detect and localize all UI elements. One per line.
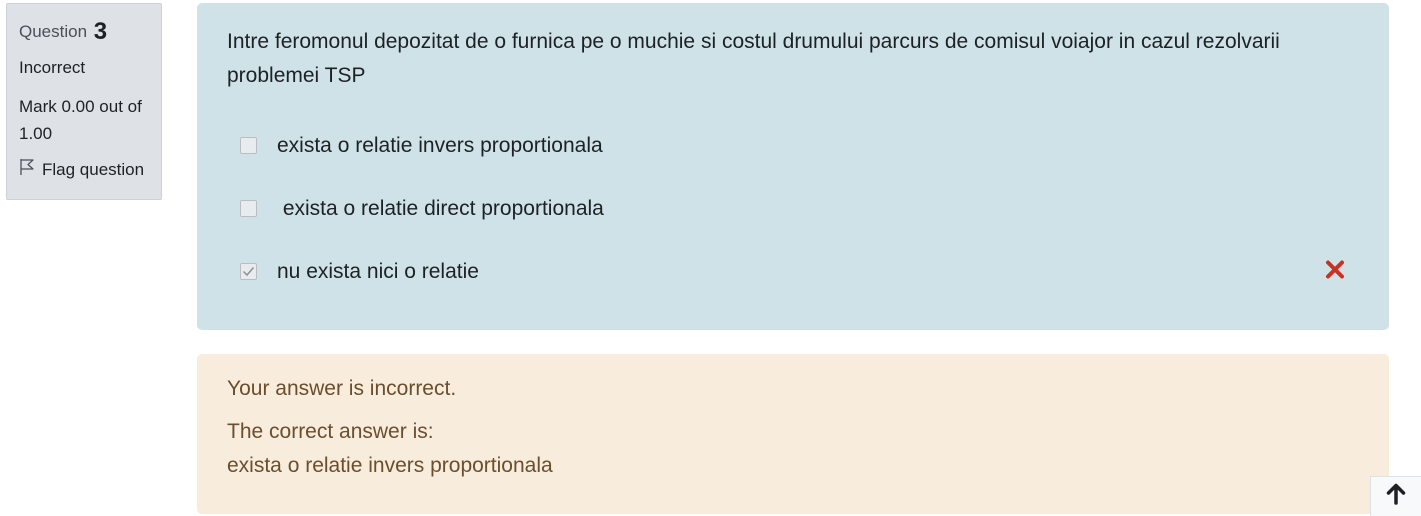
question-state: Incorrect	[19, 58, 86, 77]
answer-option[interactable]: exista o relatie invers proportionala	[227, 114, 1359, 177]
question-label: Question	[19, 22, 88, 41]
answer-option[interactable]: nu exista nici o relatie	[227, 240, 1359, 303]
quiz-review-page: Question 3 Incorrect Mark 0.00 out of 1.…	[0, 0, 1421, 516]
answer-checkbox[interactable]	[240, 200, 257, 217]
checkmark-icon	[242, 267, 255, 277]
arrow-up-icon	[1386, 483, 1406, 510]
general-feedback: Your answer is incorrect.	[227, 377, 457, 400]
flag-question-label: Flag question	[42, 160, 145, 179]
right-answer: The correct answer is: exista o relatie …	[227, 415, 1359, 483]
answer-checkbox[interactable]	[240, 137, 257, 154]
answer-checkbox-checked[interactable]	[240, 263, 257, 280]
question-info-panel: Question 3 Incorrect Mark 0.00 out of 1.…	[6, 3, 162, 200]
answer-options: exista o relatie invers proportionala ex…	[227, 114, 1359, 303]
flag-icon	[19, 158, 42, 182]
answer-option[interactable]: exista o relatie direct proportionala	[227, 177, 1359, 240]
cross-icon	[1325, 259, 1345, 284]
right-answer-intro: The correct answer is:	[227, 420, 434, 443]
question-number-value: 3	[93, 18, 108, 45]
question-text: Intre feromonul depozitat de o furnica p…	[227, 30, 1280, 87]
question-formulation: Intre feromonul depozitat de o furnica p…	[197, 3, 1389, 330]
answer-option-label: exista o relatie direct proportionala	[277, 196, 604, 220]
right-answer-text: exista o relatie invers proportionala	[227, 454, 553, 477]
question-number: Question 3	[19, 16, 149, 48]
answer-option-label: nu exista nici o relatie	[277, 259, 479, 283]
question-outcome-feedback: Your answer is incorrect. The correct an…	[197, 354, 1389, 514]
answer-option-label: exista o relatie invers proportionala	[277, 133, 603, 157]
question-grade: Mark 0.00 out of 1.00	[19, 97, 142, 143]
flag-question-button[interactable]: Flag question	[19, 158, 149, 182]
back-to-top-button[interactable]	[1370, 476, 1421, 516]
